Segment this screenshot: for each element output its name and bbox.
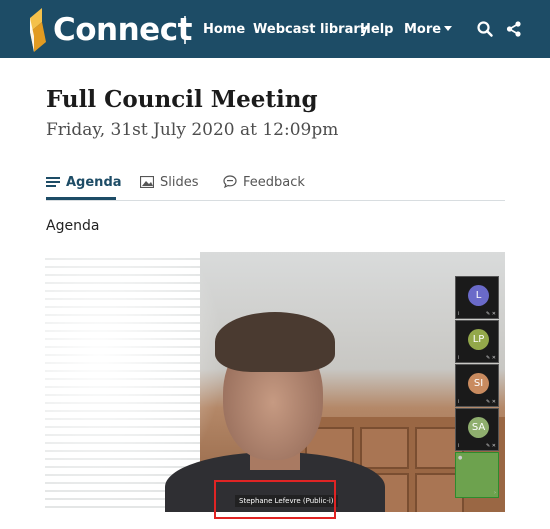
video-player[interactable] [45,252,505,512]
speaker-hair [215,312,335,372]
chevron-right-icon: › [494,490,496,496]
tab-feedback-label: Feedback [243,175,305,190]
chevron-down-icon [444,26,453,31]
page-title: Full Council Meeting [46,86,318,113]
nav-more[interactable]: More [404,22,453,37]
participant-tile-self-video[interactable]: ● › [455,452,499,498]
nav-more-label: More [404,22,442,37]
mic-status-icon: ✎ ✕ [486,443,496,449]
chat-bubble-icon [223,175,237,189]
brand-name[interactable]: Connect [53,12,192,48]
list-icon [46,177,60,187]
meeting-date: Friday, 31st July 2020 at 12:09pm [46,120,339,140]
header-divider [184,16,186,44]
nav-webcast-library[interactable]: Webcast library [253,22,368,37]
top-bar: Connect Home Webcast library Help More [0,0,550,58]
participant-avatar: LP [468,329,489,350]
highlight-box [214,480,336,519]
self-view-icon: ● [458,455,463,461]
participant-tile[interactable]: L i ✎ ✕ [455,276,499,319]
mic-status-icon: ✎ ✕ [486,311,496,317]
connect-logo-icon[interactable] [28,6,48,52]
mic-status-icon: ✎ ✕ [486,355,496,361]
tab-agenda-label: Agenda [66,175,122,190]
search-icon[interactable] [476,20,494,38]
share-icon[interactable] [505,20,523,38]
active-tab-indicator [46,197,116,200]
tab-slides[interactable]: Slides [139,175,199,190]
participant-tile[interactable]: SI i ✎ ✕ [455,364,499,407]
participant-tile[interactable]: SA i ✎ ✕ [455,408,499,451]
section-title: Agenda [46,218,100,234]
mic-status-icon: ✎ ✕ [486,399,496,405]
nav-help[interactable]: Help [360,22,393,37]
participant-avatar: L [468,285,489,306]
participant-avatar: SI [468,373,489,394]
nav-home[interactable]: Home [203,22,245,37]
tab-agenda[interactable]: Agenda [46,175,122,190]
tab-feedback[interactable]: Feedback [223,175,305,190]
tab-slides-label: Slides [160,175,199,190]
participant-tile[interactable]: LP i ✎ ✕ [455,320,499,363]
image-icon [139,175,155,189]
tab-bar: Agenda Slides Feedback [46,172,505,201]
participant-avatar: SA [468,417,489,438]
